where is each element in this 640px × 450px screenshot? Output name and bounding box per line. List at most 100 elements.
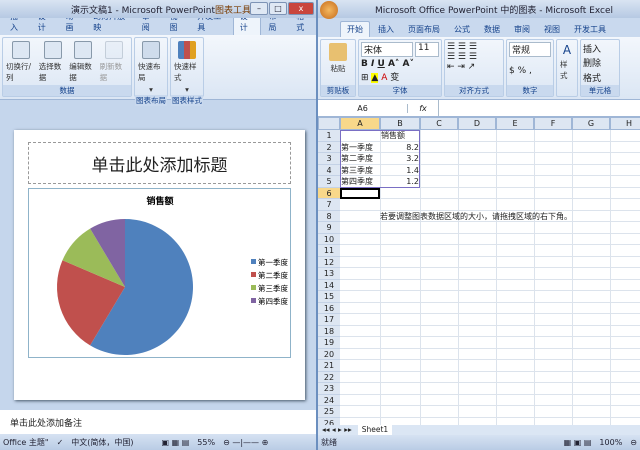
data-group: 切换行/列 选择数据 编辑数据 刷新数据 数据 <box>2 37 132 97</box>
column-header[interactable]: A <box>340 117 380 130</box>
font-group: 宋体 11 B I U A˄ A˅ ⊞ ▲ A 变 字体 <box>358 39 442 97</box>
row-header[interactable]: 18 <box>318 325 340 337</box>
row-header[interactable]: 14 <box>318 279 340 291</box>
column-header[interactable]: H <box>610 117 640 130</box>
spreadsheet-grid[interactable]: A B C D E F G H 1 2 3 4 5 6 7 8 9 10 11 12 13 14 15 16 17 18 19 20 2… <box>318 117 640 427</box>
xl-tab[interactable]: 开始 <box>340 21 370 37</box>
paste-button[interactable]: 粘贴 <box>323 42 353 75</box>
view-buttons[interactable]: ▣ ▦ ▤ <box>162 438 190 447</box>
column-header[interactable]: G <box>572 117 610 130</box>
row-header[interactable]: 13 <box>318 268 340 280</box>
zoom-slider[interactable]: ⊖ —|—— ⊕ <box>223 438 268 447</box>
title-placeholder[interactable]: 单击此处添加标题 <box>28 142 291 184</box>
row-header[interactable]: 24 <box>318 394 340 406</box>
legend-label: 第三季度 <box>258 283 288 293</box>
data-button[interactable]: 切换行/列 <box>5 40 38 84</box>
office-button[interactable] <box>320 1 338 19</box>
format-cells-button[interactable]: 格式 <box>583 71 617 84</box>
grid-row <box>340 301 640 303</box>
font-name-select[interactable]: 宋体 <box>361 42 413 57</box>
grid-row <box>340 382 640 383</box>
xl-tab[interactable]: 插入 <box>372 22 400 37</box>
data-button-label: 刷新数据 <box>99 62 123 82</box>
zoom-out-button[interactable]: ⊖ <box>630 438 637 447</box>
number-label: 数字 <box>507 85 553 96</box>
row-header[interactable]: 16 <box>318 302 340 314</box>
delete-cells-button[interactable]: 删除 <box>583 56 617 69</box>
sheet-nav-buttons[interactable]: ◂◂ ◂ ▸ ▸▸ <box>322 425 352 435</box>
row-header[interactable]: 1 <box>318 130 340 142</box>
zoom-level[interactable]: 100% <box>599 438 622 447</box>
row-header[interactable]: 5 <box>318 176 340 188</box>
grid-row <box>340 313 640 314</box>
number-buttons[interactable]: $ % , <box>509 66 551 76</box>
select-all-corner[interactable] <box>318 117 340 130</box>
row-header[interactable]: 4 <box>318 164 340 176</box>
notes-pane[interactable]: 单击此处添加备注 <box>0 410 316 434</box>
column-header[interactable]: C <box>420 117 458 130</box>
number-format-select[interactable]: 常规 <box>509 42 551 57</box>
spell-check-icon[interactable]: ✓ <box>57 438 64 447</box>
row-header[interactable]: 19 <box>318 337 340 349</box>
data-group-label: 数据 <box>3 85 131 96</box>
chart-frame[interactable]: 销售额 第一季度 第二季度 第三季度 第四季度 <box>28 188 291 358</box>
row-header[interactable]: 11 <box>318 245 340 257</box>
alignment-buttons[interactable]: ☰ ☰ ☰ ☰ ☰ ☰ ⇤ ⇥ ↗ <box>447 42 501 72</box>
column-header[interactable]: F <box>534 117 572 130</box>
font-format-buttons[interactable]: B I U A˄ A˅ <box>361 59 439 69</box>
quick-style-label: 快速样式 <box>174 62 197 82</box>
zoom-level[interactable]: 55% <box>197 438 215 447</box>
data-button[interactable]: 刷新数据 <box>99 40 129 84</box>
legend-label: 第一季度 <box>258 257 288 267</box>
quick-layout-button[interactable]: 快速布局 ▾ <box>137 40 165 95</box>
row-header[interactable]: 23 <box>318 383 340 395</box>
row-header[interactable]: 7 <box>318 199 340 211</box>
view-buttons[interactable]: ▦ ▣ ▤ <box>564 438 592 447</box>
sheet-tabs-bar: ◂◂ ◂ ▸ ▸▸ Sheet1 <box>318 425 640 435</box>
slide[interactable]: 单击此处添加标题 销售额 第一季度 第二季度 第三季度 第四季度 <box>14 130 305 400</box>
xl-tab[interactable]: 数据 <box>478 22 506 37</box>
font-color-buttons[interactable]: ⊞ ▲ A 变 <box>361 70 439 84</box>
row-header[interactable]: 8 <box>318 210 340 222</box>
row-header[interactable]: 15 <box>318 291 340 303</box>
window-buttons: – □ x <box>250 2 314 15</box>
row-header[interactable]: 17 <box>318 314 340 326</box>
fx-button[interactable]: fx <box>408 104 438 113</box>
minimize-button[interactable]: – <box>250 2 268 15</box>
formula-input[interactable] <box>438 100 640 116</box>
column-header[interactable]: B <box>380 117 420 130</box>
quick-style-button[interactable]: 快速样式 ▾ <box>173 40 201 95</box>
grid-row <box>340 290 640 291</box>
xl-tab[interactable]: 开发工具 <box>568 22 612 37</box>
column-header[interactable]: E <box>496 117 534 130</box>
xl-tab[interactable]: 公式 <box>448 22 476 37</box>
row-header[interactable]: 9 <box>318 222 340 234</box>
xl-tab[interactable]: 视图 <box>538 22 566 37</box>
active-cell[interactable] <box>340 187 380 199</box>
row-header[interactable]: 2 <box>318 141 340 153</box>
row-header[interactable]: 20 <box>318 348 340 360</box>
data-button[interactable]: 编辑数据 <box>68 40 98 84</box>
row-header[interactable]: 22 <box>318 371 340 383</box>
row-header[interactable]: 21 <box>318 360 340 372</box>
xl-tab[interactable]: 审阅 <box>508 22 536 37</box>
grid-row <box>340 347 640 349</box>
row-header[interactable]: 6 <box>318 187 340 199</box>
column-header[interactable]: D <box>458 117 496 130</box>
maximize-button[interactable]: □ <box>269 2 287 15</box>
row-header[interactable]: 3 <box>318 153 340 165</box>
close-button[interactable]: x <box>288 2 314 15</box>
row-header[interactable]: 12 <box>318 256 340 268</box>
row-header[interactable]: 25 <box>318 406 340 418</box>
insert-cells-button[interactable]: 插入 <box>583 42 617 55</box>
xl-title-bar: Microsoft Office PowerPoint 中的图表 - Micro… <box>318 0 640 19</box>
xl-tab[interactable]: 页面布局 <box>402 22 446 37</box>
row-header[interactable]: 10 <box>318 233 340 245</box>
chart-layout-label: 图表布局 <box>135 95 167 106</box>
name-box[interactable]: A6 <box>318 103 408 113</box>
styles-button[interactable]: A 样式 <box>559 42 575 82</box>
data-button[interactable]: 选择数据 <box>38 40 68 84</box>
font-size-select[interactable]: 11 <box>415 42 439 57</box>
grid-row <box>340 244 640 245</box>
sheet-tab-sheet1[interactable]: Sheet1 <box>357 425 393 435</box>
